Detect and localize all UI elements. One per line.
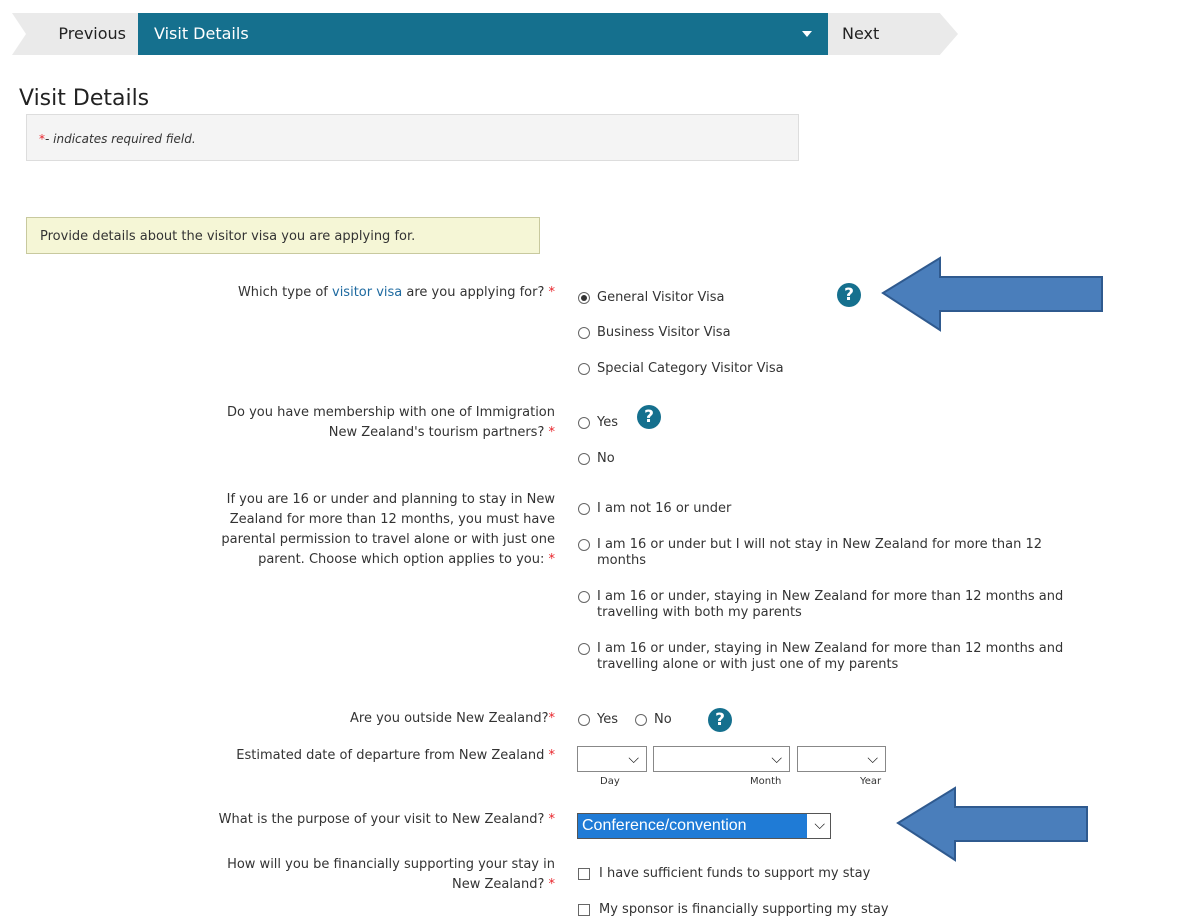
- option-label: months: [597, 553, 646, 568]
- option-label: General Visitor Visa: [597, 290, 725, 305]
- question-line: If you are 16 or under and planning to s…: [226, 492, 555, 507]
- checkbox[interactable]: [578, 868, 590, 880]
- required-note-text: - indicates required field.: [45, 132, 196, 146]
- age-option[interactable]: I am 16 or under but I will not stay in …: [578, 537, 1042, 569]
- funds-option[interactable]: I have sufficient funds to support my st…: [578, 866, 870, 882]
- radio-button[interactable]: [578, 714, 590, 726]
- question-label: Estimated date of departure from New Zea…: [236, 748, 545, 763]
- chevron-down-icon: ⌵: [814, 817, 825, 833]
- pointer-arrow-icon: [881, 256, 1103, 332]
- required-star: *: [548, 812, 556, 827]
- outside-nz-option[interactable]: No: [635, 712, 672, 728]
- visitor-visa-link[interactable]: visitor visa: [332, 285, 402, 300]
- visa-type-suffix: are you applying for?: [402, 285, 545, 300]
- section-dropdown[interactable]: Visit Details: [138, 13, 828, 55]
- visa-type-option[interactable]: Business Visitor Visa: [578, 325, 731, 341]
- age-option[interactable]: I am not 16 or under: [578, 501, 731, 517]
- age-option[interactable]: I am 16 or under, staying in New Zealand…: [578, 641, 1063, 673]
- radio-button[interactable]: [578, 292, 590, 304]
- option-label: travelling with both my parents: [597, 605, 802, 620]
- chevron-down-icon: ⌵: [628, 751, 639, 767]
- question-label: What is the purpose of your visit to New…: [218, 812, 545, 827]
- required-star: *: [548, 285, 556, 300]
- caret-down-icon: [802, 31, 812, 37]
- checkbox[interactable]: [578, 904, 590, 916]
- year-select[interactable]: ⌵: [797, 746, 886, 772]
- required-note: *- indicates required field.: [26, 114, 799, 161]
- membership-option[interactable]: No: [578, 451, 615, 467]
- outside-nz-question: Are you outside New Zealand?*: [100, 709, 555, 729]
- option-label: I am 16 or under but I will not stay in …: [597, 537, 1042, 552]
- radio-button[interactable]: [578, 539, 590, 551]
- intro-box: Provide details about the visitor visa y…: [26, 217, 540, 254]
- month-label: Month: [750, 776, 782, 787]
- funds-question: How will you be financially supporting y…: [100, 855, 555, 895]
- help-icon[interactable]: ?: [708, 708, 732, 732]
- departure-question: Estimated date of departure from New Zea…: [100, 746, 555, 766]
- membership-question: Do you have membership with one of Immig…: [100, 403, 555, 443]
- purpose-question: What is the purpose of your visit to New…: [100, 810, 555, 830]
- option-label: No: [597, 451, 615, 466]
- membership-option[interactable]: Yes: [578, 415, 618, 431]
- visa-type-prefix: Which type of: [237, 285, 332, 300]
- option-label: I am 16 or under, staying in New Zealand…: [597, 641, 1064, 656]
- option-label: Special Category Visitor Visa: [597, 361, 784, 376]
- radio-button[interactable]: [578, 591, 590, 603]
- radio-button[interactable]: [578, 453, 590, 465]
- age-question: If you are 16 or under and planning to s…: [80, 490, 555, 570]
- option-label: I am 16 or under, staying in New Zealand…: [597, 589, 1064, 604]
- radio-button[interactable]: [578, 503, 590, 515]
- question-label: Are you outside New Zealand?: [350, 711, 549, 726]
- question-line: Do you have membership with one of Immig…: [226, 405, 555, 420]
- question-line: How will you be financially supporting y…: [227, 857, 555, 872]
- required-star: *: [548, 425, 556, 440]
- required-star: *: [548, 552, 556, 567]
- help-icon[interactable]: ?: [837, 283, 861, 307]
- radio-button[interactable]: [578, 643, 590, 655]
- option-label: Business Visitor Visa: [597, 325, 731, 340]
- option-label: I am not 16 or under: [597, 501, 732, 516]
- visa-type-option[interactable]: Special Category Visitor Visa: [578, 361, 784, 377]
- visa-type-question: Which type of visitor visa are you apply…: [100, 283, 555, 303]
- age-option[interactable]: I am 16 or under, staying in New Zealand…: [578, 589, 1063, 621]
- funds-option[interactable]: My sponsor is financially supporting my …: [578, 902, 889, 918]
- previous-button[interactable]: Previous: [12, 13, 140, 55]
- option-label: I have sufficient funds to support my st…: [599, 866, 871, 881]
- chevron-down-icon: ⌵: [867, 751, 878, 767]
- option-label: Yes: [597, 415, 618, 430]
- chevron-down-icon: ⌵: [771, 751, 782, 767]
- day-label: Day: [600, 776, 620, 787]
- help-icon[interactable]: ?: [637, 405, 661, 429]
- year-label: Year: [860, 776, 882, 787]
- required-star: *: [548, 711, 556, 726]
- outside-nz-option[interactable]: Yes: [578, 712, 618, 728]
- section-dropdown-label: Visit Details: [154, 24, 249, 43]
- required-star: *: [548, 877, 556, 892]
- question-line: parent. Choose which option applies to y…: [258, 552, 545, 567]
- day-select[interactable]: ⌵: [577, 746, 647, 772]
- question-line: parental permission to travel alone or w…: [221, 532, 555, 547]
- radio-button[interactable]: [578, 417, 590, 429]
- visa-type-option[interactable]: General Visitor Visa: [578, 290, 724, 306]
- purpose-select[interactable]: Conference/convention ⌵: [577, 813, 831, 839]
- radio-button[interactable]: [578, 363, 590, 375]
- page-title: Visit Details: [19, 86, 150, 111]
- purpose-selected-value: Conference/convention: [578, 814, 807, 838]
- question-line: New Zealand?: [452, 877, 545, 892]
- option-label: No: [654, 712, 672, 727]
- question-line: New Zealand's tourism partners?: [328, 425, 545, 440]
- required-star: *: [548, 748, 556, 763]
- radio-button[interactable]: [635, 714, 647, 726]
- next-button[interactable]: Next: [828, 13, 958, 55]
- option-label: My sponsor is financially supporting my …: [599, 902, 889, 917]
- pointer-arrow-icon: [896, 786, 1088, 862]
- month-select[interactable]: ⌵: [653, 746, 790, 772]
- question-line: Zealand for more than 12 months, you mus…: [229, 512, 555, 527]
- option-label: travelling alone or with just one of my …: [597, 657, 899, 672]
- radio-button[interactable]: [578, 327, 590, 339]
- option-label: Yes: [597, 712, 618, 727]
